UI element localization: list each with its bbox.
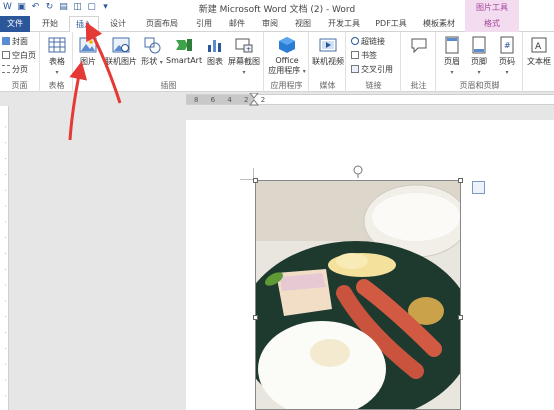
blank-page-icon [2, 51, 10, 59]
chart-button[interactable]: 图表 [204, 36, 226, 67]
inserted-photo[interactable] [255, 180, 461, 410]
resize-handle-middle-right[interactable] [458, 315, 463, 320]
group-label-pages: 页面 [11, 81, 28, 90]
tab-review[interactable]: 审阅 [256, 16, 284, 32]
page-number-icon: # [500, 36, 514, 54]
group-label-tables: 表格 [48, 81, 65, 90]
svg-text:#: # [504, 41, 511, 50]
group-pages: 封面 空白页 分页 页面 [0, 32, 40, 92]
ribbon-tabs: 文件 开始 插入 设计 页面布局 引用 邮件 审阅 视图 开发工具 PDF工具 … [0, 16, 554, 33]
chart-icon [208, 40, 221, 52]
vertical-ruler[interactable]: · · · · · · · · · · · · · · · · · · [0, 106, 9, 410]
tab-home[interactable]: 开始 [35, 16, 65, 32]
cover-page-button[interactable]: 封面 [2, 36, 28, 47]
indent-marker-icon[interactable] [249, 93, 259, 106]
group-label-comments: 批注 [410, 81, 427, 90]
header-icon [445, 36, 459, 54]
svg-text:A: A [535, 42, 542, 52]
online-picture-icon [112, 37, 130, 53]
tab-file[interactable]: 文件 [0, 16, 30, 32]
group-header-footer: 页眉 ▾ 页脚 ▾ # 页码 ▾ 页眉和页脚 [437, 32, 523, 92]
tab-format[interactable]: 格式 [465, 16, 519, 32]
tab-view[interactable]: 视图 [289, 16, 317, 32]
group-media: 联机视频 媒体 [310, 32, 346, 92]
group-label-media: 媒体 [319, 81, 336, 90]
header-button[interactable]: 页眉 ▾ [439, 36, 465, 76]
group-label-apps: 应用程序 [270, 81, 303, 90]
group-label-header-footer: 页眉和页脚 [459, 81, 500, 90]
layout-options-icon[interactable] [472, 181, 485, 194]
footer-button[interactable]: 页脚 ▾ [466, 36, 492, 76]
cross-reference-button[interactable]: 交叉引用 [351, 64, 393, 75]
resize-handle-middle-left[interactable] [253, 315, 258, 320]
screenshot-icon: + [235, 38, 253, 53]
resize-handle-top-left[interactable] [253, 178, 258, 183]
group-links: 超链接 书签 交叉引用 链接 [347, 32, 401, 92]
hyperlink-icon [351, 37, 359, 45]
rotate-handle-icon[interactable] [352, 164, 364, 178]
hyperlink-button[interactable]: 超链接 [351, 36, 385, 47]
shapes-button[interactable]: 形状 ▾ [140, 36, 164, 67]
shapes-icon [144, 37, 161, 54]
margin-corner-mark [240, 168, 254, 180]
group-tables: 表格 ▾ 表格 [41, 32, 73, 92]
footer-icon [472, 36, 486, 54]
group-apps: Office 应用程序 ▾ 应用程序 [265, 32, 309, 92]
tab-templates[interactable]: 模板素材 [417, 16, 461, 32]
picture-icon [79, 37, 97, 53]
group-label-illustrations: 插图 [160, 81, 177, 90]
online-video-icon [319, 38, 337, 52]
page-break-icon [2, 65, 10, 73]
svg-text:+: + [246, 46, 251, 53]
online-picture-button[interactable]: 联机图片 [102, 36, 140, 67]
tab-mailings[interactable]: 邮件 [223, 16, 251, 32]
group-illustrations: 图片 联机图片 形状 ▾ SmartArt 图表 + 屏幕截图 ▾ 插图 [74, 32, 264, 92]
group-label-links: 链接 [365, 81, 382, 90]
table-button[interactable]: 表格 ▾ [45, 36, 69, 76]
picture-tools-header: 图片工具 [465, 0, 519, 16]
textbox-button[interactable]: A 文本框 [524, 36, 554, 67]
cover-page-icon [2, 37, 10, 45]
comment-icon [411, 38, 427, 54]
blank-page-button[interactable]: 空白页 [2, 50, 36, 61]
textbox-icon: A [531, 37, 547, 53]
online-video-button[interactable]: 联机视频 [310, 36, 346, 67]
ribbon: 封面 空白页 分页 页面 表格 ▾ 表格 图片 联机图片 形状 ▾ SmartA… [0, 32, 554, 92]
cross-reference-icon [351, 65, 359, 73]
tab-design[interactable]: 设计 [104, 16, 132, 32]
picture-button[interactable]: 图片 [76, 36, 100, 67]
resize-handle-top-right[interactable] [458, 178, 463, 183]
comment-button[interactable] [406, 36, 432, 56]
bookmark-icon [351, 51, 359, 59]
title-bar: W ▣ ↶ ↻ ▤ ◫ ▢ ▾ 新建 Microsoft Word 文档 (2)… [0, 0, 554, 16]
tab-references[interactable]: 引用 [190, 16, 218, 32]
screenshot-button[interactable]: + 屏幕截图 ▾ [226, 36, 262, 76]
group-text: A 文本框 [524, 32, 554, 92]
group-comments: 批注 [402, 32, 436, 92]
page-number-button[interactable]: # 页码 ▾ [493, 36, 521, 76]
food-photo-image [256, 181, 460, 409]
tab-page-layout[interactable]: 页面布局 [140, 16, 184, 32]
bookmark-button[interactable]: 书签 [351, 50, 377, 61]
tab-pdf-tools[interactable]: PDF工具 [371, 16, 411, 32]
smartart-button[interactable]: SmartArt [166, 36, 202, 65]
office-apps-button[interactable]: Office 应用程序 ▾ [267, 36, 307, 76]
horizontal-ruler[interactable]: 8 6 4 2 2 [0, 93, 554, 106]
page-break-button[interactable]: 分页 [2, 64, 28, 75]
smartart-icon [176, 39, 192, 51]
tab-developer[interactable]: 开发工具 [324, 16, 364, 32]
table-icon [48, 37, 66, 53]
office-store-icon [279, 37, 295, 53]
tab-insert[interactable]: 插入 [69, 16, 99, 33]
